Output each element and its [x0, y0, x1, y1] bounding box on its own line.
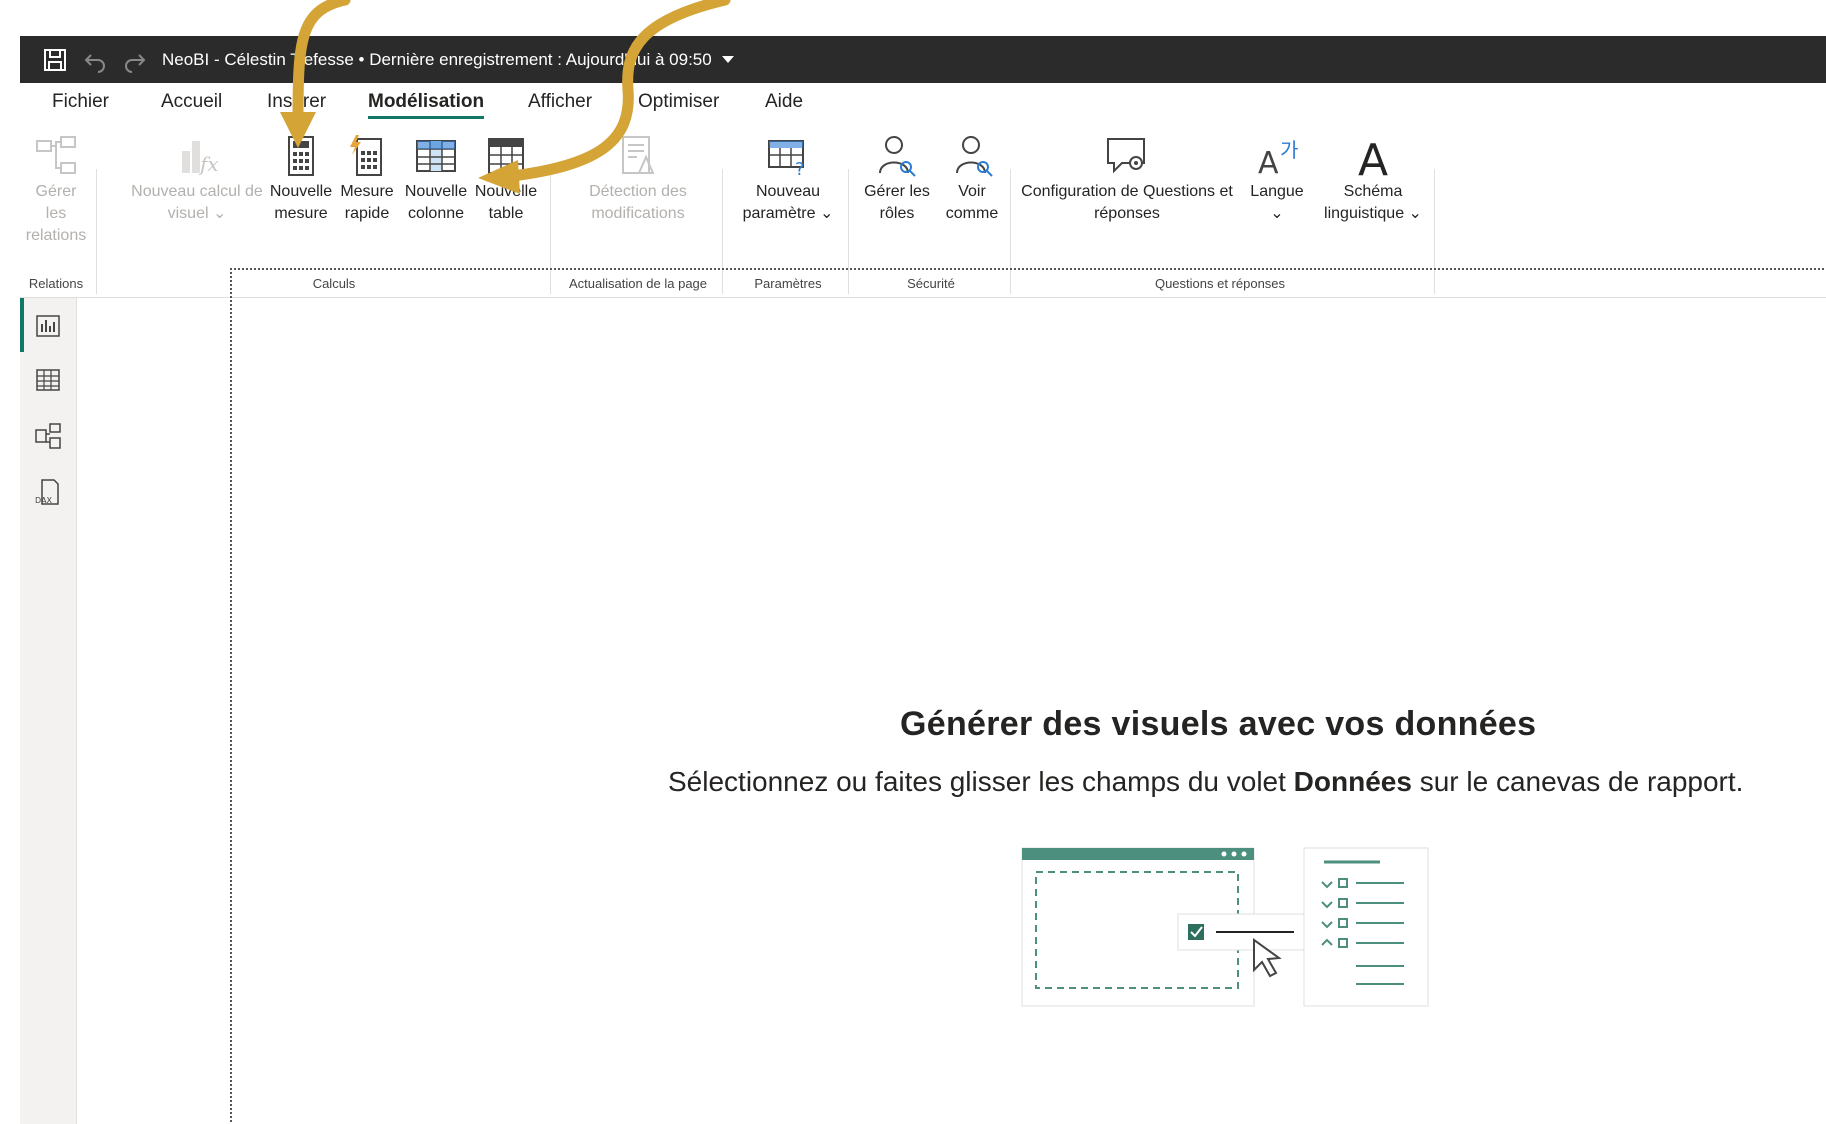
qa-setup-icon [1107, 138, 1145, 174]
menu-optimiser[interactable]: Optimiser [638, 91, 719, 113]
parameter-icon: ? [768, 140, 805, 179]
view-as-button[interactable]: Voir comme [940, 133, 1004, 225]
button-label: table [488, 205, 524, 222]
subtitle-bold-text: Données [1293, 766, 1412, 797]
new-column-icon [416, 140, 456, 172]
manage-roles-icon [879, 136, 916, 177]
undo-icon[interactable] [82, 47, 108, 73]
empty-state-title: Générer des visuels avec vos données [900, 705, 1537, 743]
title-dropdown-icon[interactable] [722, 56, 734, 63]
button-label: mesure [274, 205, 328, 222]
button-label: modifications [591, 205, 685, 222]
empty-state-subtitle: Sélectionnez ou faites glisser les champ… [668, 766, 1743, 798]
menu-bar: Fichier Accueil Insérer Modélisation Aff… [20, 83, 1826, 125]
window-title: NeoBI - Célestin Tiefesse • Dernière enr… [162, 50, 712, 69]
button-label: linguistique ⌄ [1324, 205, 1422, 222]
view-as-icon [956, 136, 993, 177]
new-column-button[interactable]: Nouvelle colonne [400, 133, 472, 225]
menu-aide[interactable]: Aide [765, 91, 803, 113]
dax-query-view-icon[interactable]: DAX [32, 476, 64, 508]
manage-roles-button[interactable]: Gérer les rôles [858, 133, 936, 225]
svg-text:fx: fx [198, 152, 219, 176]
button-label: visuel ⌄ [167, 205, 227, 222]
linguistic-schema-icon: A [1358, 135, 1388, 179]
language-button[interactable]: A 가 Langue ⌄ [1242, 133, 1312, 225]
menu-modelisation[interactable]: Modélisation [368, 91, 485, 119]
report-canvas[interactable]: Générer des visuels avec vos données Sél… [230, 268, 1826, 1124]
quick-measure-icon [350, 135, 382, 176]
menu-fichier[interactable]: Fichier [52, 91, 109, 113]
button-label: Gérer les [35, 183, 77, 222]
menu-inserer[interactable]: Insérer [267, 91, 326, 113]
button-label: relations [25, 227, 87, 244]
active-view-indicator [20, 298, 24, 352]
svg-text:?: ? [795, 159, 805, 179]
linguistic-schema-button[interactable]: A Schéma linguistique ⌄ [1318, 133, 1428, 225]
button-label: colonne [407, 205, 465, 222]
svg-text:A: A [1258, 146, 1279, 179]
group-separator [96, 169, 97, 294]
manage-relationships-button[interactable]: Gérer les relations [24, 133, 88, 247]
change-detection-button[interactable]: Détection des modifications [560, 133, 716, 225]
menu-afficher[interactable]: Afficher [528, 91, 592, 113]
button-label: paramètre ⌄ [742, 205, 834, 222]
new-parameter-button[interactable]: ? Nouveau paramètre ⌄ [732, 133, 844, 225]
subtitle-text: Sélectionnez ou faites glisser les champ… [668, 766, 1294, 797]
button-label: Nouvelle [474, 183, 538, 200]
svg-text:DAX: DAX [35, 496, 52, 505]
button-label: Schéma [1343, 183, 1403, 200]
app-window: NeoBI - Célestin Tiefesse • Dernière enr… [20, 36, 1826, 1124]
relationships-icon [36, 136, 76, 174]
subtitle-text: sur le canevas de rapport. [1411, 766, 1744, 797]
button-label: rapide [344, 205, 390, 222]
calculator-icon [288, 136, 314, 176]
view-switcher-rail: DAX [20, 298, 77, 1124]
button-label: Détection des [589, 183, 687, 200]
change-detection-icon [622, 136, 655, 174]
table-view-icon[interactable] [32, 364, 64, 396]
menu-accueil[interactable]: Accueil [161, 91, 222, 113]
new-measure-button[interactable]: Nouvelle mesure [268, 133, 334, 225]
save-icon[interactable] [42, 47, 68, 73]
svg-text:가: 가 [1280, 138, 1298, 162]
button-label: rôles [879, 205, 915, 222]
button-label: Nouvelle [269, 183, 333, 200]
button-label: réponses [1094, 205, 1160, 222]
group-label-relations: Relations [28, 276, 84, 291]
button-label: Gérer les [864, 183, 930, 200]
redo-icon[interactable] [122, 47, 148, 73]
new-table-icon [488, 138, 524, 174]
button-label: comme [945, 205, 999, 222]
svg-text:A: A [1358, 135, 1388, 179]
language-icon: A 가 [1258, 138, 1298, 179]
empty-state-illustration [1021, 847, 1429, 1007]
button-label: Nouveau [755, 183, 821, 200]
qa-setup-button[interactable]: Configuration de Questions et réponses [1012, 133, 1242, 225]
button-label: Mesure [340, 183, 394, 200]
visual-calculation-icon: fx [182, 141, 219, 176]
button-label: Nouvelle [404, 183, 468, 200]
report-view-icon[interactable] [32, 310, 64, 342]
title-bar: NeoBI - Célestin Tiefesse • Dernière enr… [20, 36, 1826, 83]
quick-measure-button[interactable]: Mesure rapide [334, 133, 400, 225]
button-label: Voir [958, 183, 986, 200]
button-label: ⌄ [1270, 205, 1284, 222]
model-view-icon[interactable] [32, 420, 64, 452]
button-label: Configuration de Questions et [1021, 183, 1233, 200]
new-table-button[interactable]: Nouvelle table [472, 133, 540, 225]
new-visual-calculation-button[interactable]: fx Nouveau calcul de visuel ⌄ [128, 133, 266, 225]
button-label: Nouveau calcul de [131, 183, 263, 200]
button-label: Langue [1250, 183, 1304, 200]
